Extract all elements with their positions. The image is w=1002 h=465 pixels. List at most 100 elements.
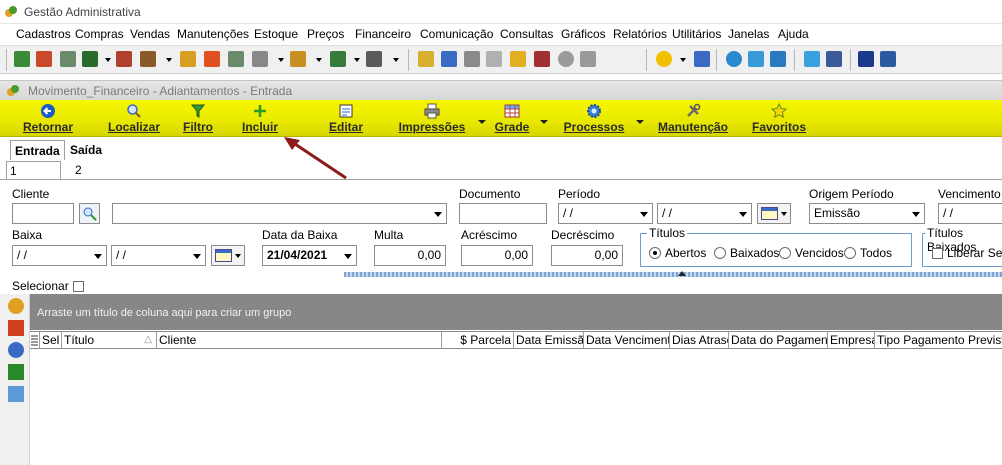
edit-icon[interactable]	[252, 51, 268, 67]
column-chooser-icon[interactable]	[30, 332, 40, 349]
panel-splitter[interactable]	[344, 272, 1002, 277]
titulos-abertos-radio[interactable]: Abertos	[649, 246, 706, 260]
info-icon[interactable]	[694, 51, 710, 67]
skype-icon[interactable]	[748, 51, 764, 67]
toolbar-dropdown-arrow[interactable]	[680, 58, 686, 62]
grade-button[interactable]: Grade	[492, 102, 532, 135]
customers-icon[interactable]	[14, 51, 30, 67]
periodo-fim-select[interactable]: / /	[657, 203, 752, 224]
menu-compras[interactable]: Compras	[75, 27, 124, 41]
baixa-calendar-button[interactable]	[211, 245, 245, 266]
menu-cadastros[interactable]: Cadastros	[16, 27, 71, 41]
processos-dropdown-arrow[interactable]	[636, 120, 644, 124]
report-icon[interactable]	[204, 51, 220, 67]
menu-graficos[interactable]: Gráficos	[561, 27, 606, 41]
menu-financeiro[interactable]: Financeiro	[355, 27, 411, 41]
menu-relatorios[interactable]: Relatórios	[613, 27, 667, 41]
add-user-icon[interactable]	[580, 51, 596, 67]
favoritos-button[interactable]: Favoritos	[750, 102, 808, 135]
column-tipo-pagamento[interactable]: Tipo Pagamento Previsto	[875, 332, 1002, 349]
tree-icon[interactable]	[60, 51, 76, 67]
acrescimo-input[interactable]: 0,00	[461, 245, 533, 266]
retornar-button[interactable]: Retornar	[20, 102, 76, 135]
tab-consulta[interactable]: 1 Consulta	[6, 161, 62, 192]
gear-icon[interactable]	[330, 51, 346, 67]
incluir-button[interactable]: Incluir	[240, 102, 280, 135]
toolbar-dropdown-arrow[interactable]	[278, 58, 284, 62]
column-data-emissao[interactable]: Data Emissão	[514, 332, 584, 349]
lock-icon[interactable]	[510, 51, 526, 67]
grade-dropdown-arrow[interactable]	[540, 120, 548, 124]
editar-button[interactable]: Editar	[326, 102, 366, 135]
coins-icon[interactable]	[8, 298, 24, 314]
column-empresa[interactable]: Empresa	[828, 332, 875, 349]
toolbar-dropdown-arrow[interactable]	[316, 58, 322, 62]
documento-input[interactable]	[459, 203, 547, 224]
tab-saida[interactable]: Saída	[66, 140, 106, 160]
smiley-icon[interactable]	[558, 51, 574, 67]
liberar-selecao-checkbox[interactable]: Liberar Sele	[932, 246, 1002, 260]
multa-input[interactable]: 0,00	[374, 245, 446, 266]
selecionar-checkbox[interactable]: Selecionar	[12, 279, 88, 293]
toolbar-dropdown-arrow[interactable]	[354, 58, 360, 62]
impressoes-dropdown-arrow[interactable]	[478, 120, 486, 124]
manutencao-button[interactable]: Manutenção	[656, 102, 730, 135]
document-icon[interactable]	[464, 51, 480, 67]
printer-icon[interactable]	[534, 51, 550, 67]
column-data-vencimento[interactable]: Data Vencimento	[584, 332, 670, 349]
vencimento-select[interactable]: / /	[938, 203, 1002, 224]
column-dias-atraso[interactable]: Dias Atraso	[670, 332, 729, 349]
star-icon[interactable]	[656, 51, 672, 67]
titulos-vencidos-radio[interactable]: Vencidos	[779, 246, 844, 260]
users-icon[interactable]	[290, 51, 306, 67]
cliente-name-select[interactable]	[112, 203, 447, 224]
baixa-fim-select[interactable]: / /	[111, 245, 206, 266]
column-data-pagamento[interactable]: Data do Pagamento	[729, 332, 828, 349]
impressoes-button[interactable]: Impressões	[396, 102, 468, 135]
toolbar-dropdown-arrow[interactable]	[393, 58, 399, 62]
menu-vendas[interactable]: Vendas	[130, 27, 170, 41]
cliente-search-button[interactable]	[79, 203, 100, 224]
monitor-icon[interactable]	[858, 51, 874, 67]
document-edit-icon[interactable]	[8, 320, 24, 336]
column-cliente[interactable]: Cliente	[157, 332, 442, 349]
titulos-todos-radio[interactable]: Todos	[844, 246, 892, 260]
group-by-panel[interactable]: Arraste um título de coluna aqui para cr…	[30, 294, 1002, 330]
tab-selecao[interactable]: 2 Seleção	[72, 161, 121, 191]
package-icon[interactable]	[140, 51, 156, 67]
toolbar-dropdown-arrow[interactable]	[105, 58, 111, 62]
list-icon[interactable]	[418, 51, 434, 67]
origem-periodo-select[interactable]: Emissão	[809, 203, 925, 224]
notebook-icon[interactable]	[180, 51, 196, 67]
menu-estoque[interactable]: Estoque	[254, 27, 298, 41]
facebook-icon[interactable]	[826, 51, 842, 67]
periodo-inicio-select[interactable]: / /	[558, 203, 653, 224]
tab-entrada[interactable]: Entrada	[10, 140, 65, 160]
menu-janelas[interactable]: Janelas	[728, 27, 769, 41]
data-baixa-select[interactable]: 21/04/2021	[262, 245, 357, 266]
exit-icon[interactable]	[880, 51, 896, 67]
menu-utilitarios[interactable]: Utilitários	[672, 27, 721, 41]
titulos-baixados-radio[interactable]: Baixados	[714, 246, 779, 260]
email-icon[interactable]	[726, 51, 742, 67]
menu-consultas[interactable]: Consultas	[500, 27, 553, 41]
periodo-calendar-button[interactable]	[757, 203, 791, 224]
localizar-button[interactable]: Localizar	[106, 102, 162, 135]
toolbar-dropdown-arrow[interactable]	[166, 58, 172, 62]
column-parcela[interactable]: $ Parcela	[442, 332, 514, 349]
calculator-icon[interactable]	[116, 51, 132, 67]
settings-icon[interactable]	[366, 51, 382, 67]
wave-icon[interactable]	[770, 51, 786, 67]
spreadsheet-icon[interactable]	[8, 364, 24, 380]
twitter-icon[interactable]	[804, 51, 820, 67]
processos-button[interactable]: Processos	[562, 102, 626, 135]
baixa-inicio-select[interactable]: / /	[12, 245, 107, 266]
cliente-code-input[interactable]	[12, 203, 74, 224]
copy-icon[interactable]	[486, 51, 502, 67]
menu-comunicacao[interactable]: Comunicação	[420, 27, 493, 41]
column-sel[interactable]: Sel	[40, 332, 62, 349]
hierarchy-icon[interactable]	[228, 51, 244, 67]
menu-manutencoes[interactable]: Manutenções	[177, 27, 249, 41]
menu-precos[interactable]: Preços	[307, 27, 344, 41]
chevron-up-icon[interactable]	[678, 271, 686, 276]
